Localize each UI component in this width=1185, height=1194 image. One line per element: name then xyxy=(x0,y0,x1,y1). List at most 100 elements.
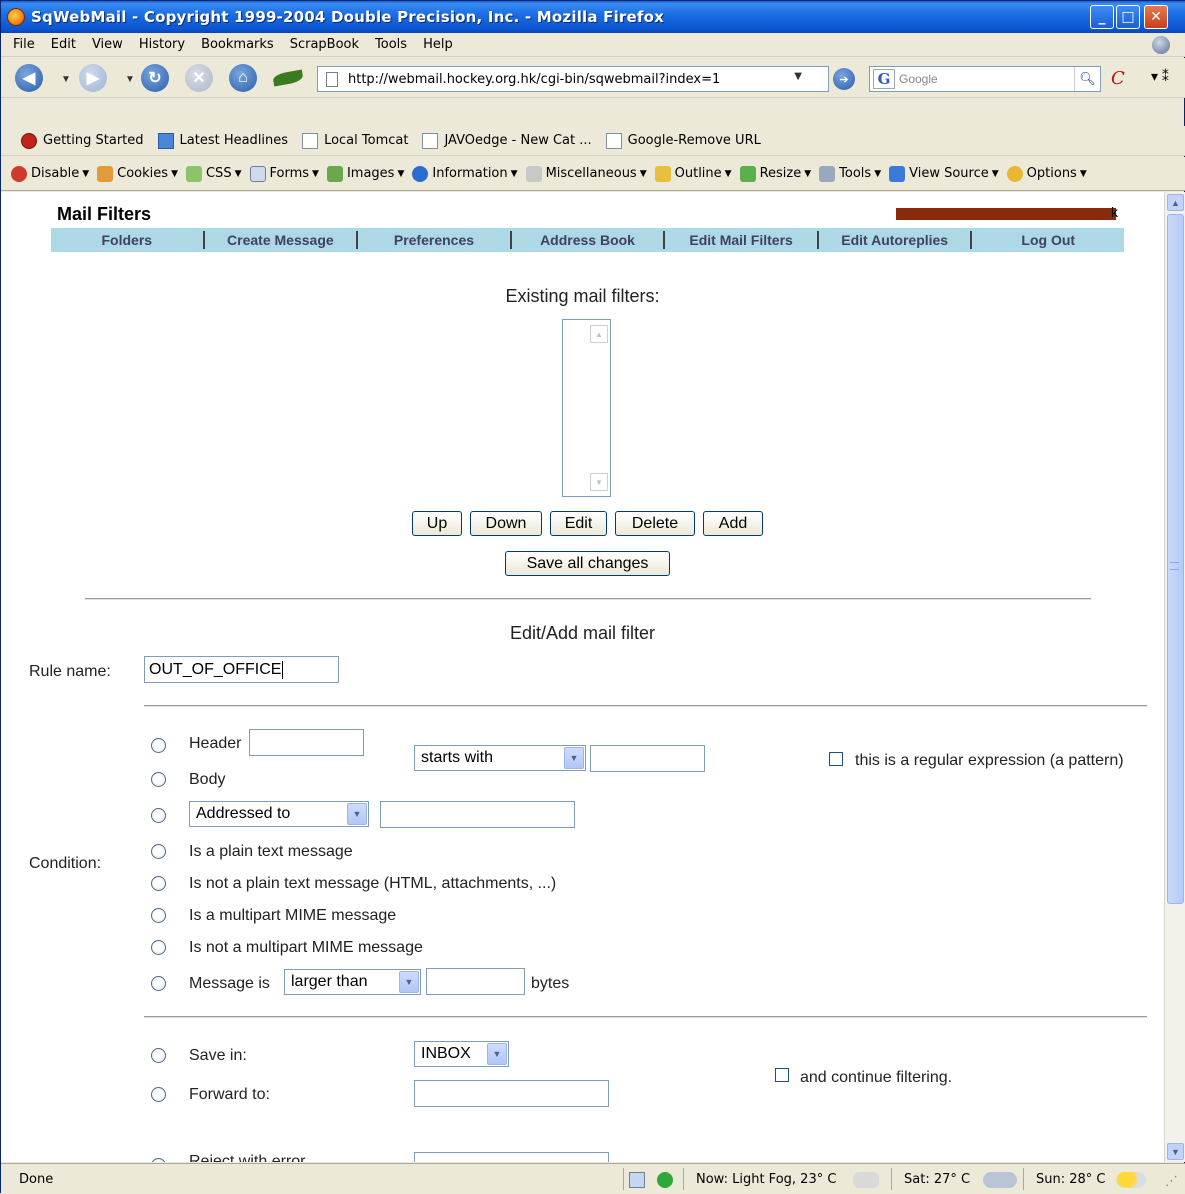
nav-address-book[interactable]: Address Book xyxy=(512,231,666,249)
dev-images-menu[interactable]: Images ▼ xyxy=(326,165,404,182)
page-info-icon[interactable] xyxy=(629,1172,645,1188)
menu-bookmarks[interactable]: Bookmarks xyxy=(201,37,274,52)
dev-options-menu[interactable]: Options ▼ xyxy=(1006,165,1087,182)
condition-label: Condition: xyxy=(29,855,102,872)
delete-button[interactable]: Delete xyxy=(615,511,695,536)
bookmark-latest-headlines[interactable]: Latest Headlines xyxy=(157,132,288,149)
down-button[interactable]: Down xyxy=(470,511,542,536)
nav-edit-mail-filters[interactable]: Edit Mail Filters xyxy=(665,231,819,249)
google-icon[interactable]: G xyxy=(873,69,895,89)
forward-icon[interactable]: ▶ xyxy=(79,64,107,92)
condition-multipart-radio[interactable] xyxy=(151,908,166,923)
list-scroll-up-icon[interactable]: ▲ xyxy=(590,325,608,343)
go-icon[interactable]: ➔ xyxy=(833,68,855,90)
nav-create-message[interactable]: Create Message xyxy=(205,231,359,249)
scroll-down-icon[interactable]: ▼ xyxy=(1167,1143,1184,1160)
check-icon[interactable] xyxy=(657,1172,673,1188)
save-all-changes-button[interactable]: Save all changes xyxy=(505,551,670,576)
menu-view[interactable]: View xyxy=(92,37,123,52)
page-icon xyxy=(302,132,319,149)
page-title: Mail Filters xyxy=(57,204,152,224)
menu-edit[interactable]: Edit xyxy=(51,37,76,52)
condition-not-plain-radio[interactable] xyxy=(151,876,166,891)
dev-miscellaneous-menu[interactable]: Miscellaneous ▼ xyxy=(525,165,647,182)
dev-outline-menu[interactable]: Outline ▼ xyxy=(654,165,732,182)
nav-folders[interactable]: Folders xyxy=(51,231,205,249)
resize-grip-icon[interactable]: ⋰ xyxy=(1165,1174,1178,1189)
search-box[interactable]: G Google 🔍︎ xyxy=(869,66,1101,92)
back-icon[interactable]: ◀ xyxy=(15,64,43,92)
dev-disable-menu[interactable]: Disable ▼ xyxy=(11,165,89,182)
scrapbook-leaf-icon[interactable] xyxy=(272,69,304,87)
up-button[interactable]: Up xyxy=(412,511,462,536)
menu-tools[interactable]: Tools xyxy=(375,37,407,52)
menu-file[interactable]: File xyxy=(13,37,35,52)
list-scroll-down-icon[interactable]: ▼ xyxy=(590,473,608,491)
vertical-scrollbar[interactable]: ▲ ▼ xyxy=(1164,192,1185,1162)
match-type-select[interactable]: starts with ▼ xyxy=(414,745,586,771)
add-button[interactable]: Add xyxy=(703,511,763,536)
dev-cookies-menu[interactable]: Cookies ▼ xyxy=(97,165,178,182)
match-value-input[interactable] xyxy=(590,745,705,772)
condition-header-radio[interactable] xyxy=(151,738,166,753)
dev-css-menu[interactable]: CSS ▼ xyxy=(185,165,242,182)
menu-history[interactable]: History xyxy=(139,37,185,52)
size-comparison-select[interactable]: larger than ▼ xyxy=(284,969,421,995)
edit-button[interactable]: Edit xyxy=(550,511,607,536)
nav-preferences[interactable]: Preferences xyxy=(358,231,512,249)
existing-filters-list[interactable]: ▲ ▼ xyxy=(562,319,611,497)
maximize-button[interactable]: □ xyxy=(1116,5,1140,29)
condition-addressed-radio[interactable] xyxy=(151,808,166,823)
dev-tools-menu[interactable]: Tools ▼ xyxy=(819,165,881,182)
minimize-button[interactable]: _ xyxy=(1090,5,1114,29)
rule-name-input[interactable]: OUT_OF_OFFICE xyxy=(144,656,339,683)
reload-icon[interactable]: ↻ xyxy=(141,64,169,92)
url-dropdown-icon[interactable]: ▼ xyxy=(794,71,802,82)
stop-icon[interactable]: ✕ xyxy=(185,64,213,92)
search-icon[interactable]: 🔍︎ xyxy=(1074,67,1100,91)
folder-select[interactable]: INBOX ▼ xyxy=(414,1041,509,1067)
addressed-select[interactable]: Addressed to ▼ xyxy=(189,801,369,827)
weather-sunday[interactable]: Sun: 28° C xyxy=(1036,1172,1106,1187)
scrollbar-thumb[interactable] xyxy=(1167,214,1184,904)
extension-c-icon[interactable]: C xyxy=(1111,68,1133,90)
firefox-icon xyxy=(7,8,25,26)
toolbar-overflow-icon[interactable]: ▾ ⁑ xyxy=(1151,68,1169,85)
action-reject-radio[interactable] xyxy=(151,1158,166,1162)
regex-checkbox[interactable] xyxy=(829,752,843,766)
condition-not-multipart-radio[interactable] xyxy=(151,940,166,955)
condition-plain-radio[interactable] xyxy=(151,844,166,859)
action-save-in-radio[interactable] xyxy=(151,1048,166,1063)
nav-log-out[interactable]: Log Out xyxy=(972,231,1124,249)
action-forward-radio[interactable] xyxy=(151,1087,166,1102)
scroll-up-icon[interactable]: ▲ xyxy=(1167,194,1184,211)
dev-information-menu[interactable]: Information ▼ xyxy=(412,165,518,182)
forward-dropdown-icon[interactable]: ▼ xyxy=(125,74,135,85)
bookmark-google-remove-url[interactable]: Google-Remove URL xyxy=(605,132,761,149)
menu-scrapbook[interactable]: ScrapBook xyxy=(290,37,359,52)
bookmark-javoedge[interactable]: JAVOedge - New Cat ... xyxy=(422,132,592,149)
forward-to-input[interactable] xyxy=(414,1080,609,1107)
close-button[interactable]: ✕ xyxy=(1144,5,1168,29)
url-bar[interactable]: http://webmail.hockey.org.hk/cgi-bin/sqw… xyxy=(317,66,829,92)
dev-forms-menu[interactable]: Forms ▼ xyxy=(249,165,319,182)
bookmark-local-tomcat[interactable]: Local Tomcat xyxy=(302,132,408,149)
back-dropdown-icon[interactable]: ▼ xyxy=(61,74,71,85)
reject-message-input[interactable] xyxy=(414,1152,609,1162)
continue-filtering-checkbox[interactable] xyxy=(775,1068,789,1082)
menu-help[interactable]: Help xyxy=(423,37,453,52)
home-icon[interactable]: ⌂ xyxy=(229,64,257,92)
bookmark-getting-started[interactable]: Getting Started xyxy=(21,132,144,149)
addressed-value-input[interactable] xyxy=(380,801,575,828)
condition-body-radio[interactable] xyxy=(151,772,166,787)
dev-resize-menu[interactable]: Resize ▼ xyxy=(739,165,811,182)
edit-filter-heading: Edit/Add mail filter xyxy=(509,623,656,643)
nav-edit-autoreplies[interactable]: Edit Autoreplies xyxy=(819,231,973,249)
weather-saturday[interactable]: Sat: 27° C xyxy=(904,1172,970,1187)
size-bytes-input[interactable] xyxy=(426,968,525,995)
header-name-input[interactable] xyxy=(249,729,364,756)
dev-view-source-menu[interactable]: View Source ▼ xyxy=(889,165,999,182)
page-icon xyxy=(326,71,338,87)
condition-size-radio[interactable] xyxy=(151,976,166,991)
weather-now[interactable]: Now: Light Fog, 23° C xyxy=(696,1172,836,1187)
